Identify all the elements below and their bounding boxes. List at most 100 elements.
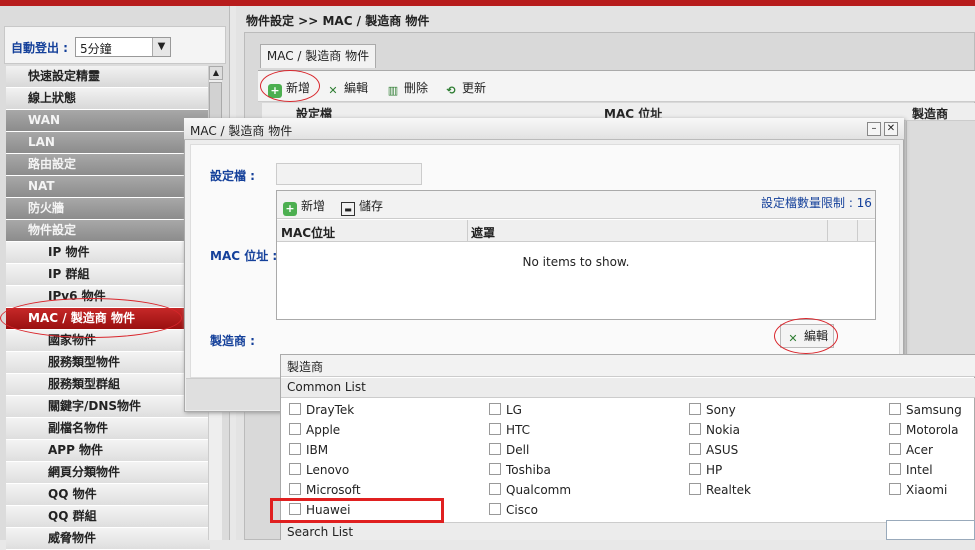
edit-button[interactable]: ✕ 編輯	[326, 79, 368, 98]
vendor-checkbox[interactable]: Motorola	[889, 421, 958, 439]
vendor-checkbox[interactable]: ASUS	[689, 441, 738, 459]
checkbox-icon[interactable]	[889, 403, 901, 415]
sidebar-item[interactable]: IP 群組	[6, 264, 210, 286]
sidebar-item[interactable]: 物件設定	[6, 220, 210, 242]
checkbox-icon[interactable]	[489, 483, 501, 495]
sidebar-item[interactable]: 副檔名物件	[6, 418, 210, 440]
vendor-name: Toshiba	[506, 463, 551, 477]
vendor-name: Apple	[306, 423, 341, 437]
checkbox-icon[interactable]	[289, 423, 301, 435]
chevron-down-icon[interactable]: ▼	[152, 38, 170, 56]
delete-button[interactable]: ▥ 刪除	[386, 79, 428, 98]
checkbox-icon[interactable]	[889, 463, 901, 475]
sidebar-item[interactable]: 服務類型物件	[6, 352, 210, 374]
vendor-checkbox[interactable]: Realtek	[689, 481, 751, 499]
vendor-name: Motorola	[906, 423, 959, 437]
annotation-box-huawei	[270, 498, 444, 523]
col-mask[interactable]: 遮罩	[471, 224, 495, 241]
checkbox-icon[interactable]	[689, 463, 701, 475]
vendor-checkbox[interactable]: Samsung	[889, 401, 962, 419]
vendor-name: Intel	[906, 463, 933, 477]
minimize-icon[interactable]: –	[867, 122, 881, 136]
vendor-checkbox[interactable]: Cisco	[489, 501, 538, 519]
checkbox-icon[interactable]	[889, 483, 901, 495]
annotation-circle-menu	[0, 298, 182, 338]
checkbox-icon[interactable]	[689, 423, 701, 435]
dialog-title: MAC / 製造商 物件	[190, 124, 293, 138]
vendor-checkbox[interactable]: Acer	[889, 441, 933, 459]
checkbox-icon[interactable]	[489, 503, 501, 515]
checkbox-icon[interactable]	[289, 443, 301, 455]
sidebar-item[interactable]: QQ 物件	[6, 484, 210, 506]
grid-save-label: 儲存	[359, 199, 384, 213]
vendor-checkbox[interactable]: Lenovo	[289, 461, 349, 479]
vendor-checkbox[interactable]: Microsoft	[289, 481, 361, 499]
vendor-checkbox[interactable]: Nokia	[689, 421, 740, 439]
checkbox-icon[interactable]	[689, 483, 701, 495]
checkbox-icon[interactable]	[689, 403, 701, 415]
col-divider	[857, 220, 858, 242]
sidebar-item[interactable]: 線上狀態	[6, 88, 210, 110]
vendor-checkbox[interactable]: DrayTek	[289, 401, 354, 419]
breadcrumb: 物件設定 >> MAC / 製造商 物件	[246, 14, 430, 28]
sidebar-item[interactable]: 路由設定	[6, 154, 210, 176]
sidebar-item[interactable]: LAN	[6, 132, 210, 154]
auto-logout-select[interactable]: 5分鐘 ▼	[75, 37, 171, 57]
vendor-name: ASUS	[706, 443, 739, 457]
checkbox-icon[interactable]	[289, 463, 301, 475]
tab-mac-vendor-object[interactable]: MAC / 製造商 物件	[260, 44, 376, 68]
checkbox-icon[interactable]	[489, 423, 501, 435]
vendor-checkbox[interactable]: Apple	[289, 421, 340, 439]
vendor-name: Qualcomm	[506, 483, 572, 497]
vendor-checkbox[interactable]: Qualcomm	[489, 481, 571, 499]
checkbox-icon[interactable]	[889, 443, 901, 455]
vendor-popup-title: 製造商	[281, 355, 975, 377]
sidebar-item[interactable]: 網頁分類物件	[6, 462, 210, 484]
checkbox-icon[interactable]	[289, 403, 301, 415]
mac-label: MAC 位址 :	[210, 249, 278, 263]
refresh-button[interactable]: ⟲ 更新	[444, 79, 486, 98]
vendor-checkbox[interactable]: IBM	[289, 441, 328, 459]
scroll-up-icon[interactable]: ▲	[209, 66, 223, 80]
sidebar-item[interactable]: QQ 群組	[6, 506, 210, 528]
empty-message: No items to show.	[522, 255, 630, 269]
common-list-label: Common List	[281, 378, 975, 398]
vendor-checkbox[interactable]: Toshiba	[489, 461, 551, 479]
vendor-checkbox[interactable]: Sony	[689, 401, 736, 419]
checkbox-icon[interactable]	[489, 443, 501, 455]
sidebar-item[interactable]: IP 物件	[6, 242, 210, 264]
grid-save-button[interactable]: ▬ 儲存	[341, 197, 383, 216]
checkbox-icon[interactable]	[289, 483, 301, 495]
sidebar-item[interactable]: 關鍵字/DNS物件	[6, 396, 210, 418]
vendor-name: LG	[506, 403, 522, 417]
sidebar-item[interactable]: 防火牆	[6, 198, 210, 220]
checkbox-icon[interactable]	[689, 443, 701, 455]
sidebar-item[interactable]: APP 物件	[6, 440, 210, 462]
col-mac-address[interactable]: MAC位址	[281, 224, 335, 241]
checkbox-icon[interactable]	[889, 423, 901, 435]
checkbox-icon[interactable]	[489, 403, 501, 415]
sidebar-item[interactable]: 快速設定精靈	[6, 66, 210, 88]
sidebar-item[interactable]: 服務類型群組	[6, 374, 210, 396]
vendor-name: Dell	[506, 443, 530, 457]
refresh-icon: ⟲	[446, 84, 456, 97]
search-input[interactable]	[886, 520, 975, 540]
vendor-checkbox[interactable]: Intel	[889, 461, 933, 479]
col-vendor[interactable]: 製造商	[912, 105, 948, 122]
checkbox-icon[interactable]	[489, 463, 501, 475]
vendor-name: Samsung	[906, 403, 962, 417]
sidebar-item[interactable]: NAT	[6, 176, 210, 198]
sidebar-item[interactable]: 威脅物件	[6, 528, 210, 550]
grid-add-button[interactable]: + 新增	[283, 197, 325, 216]
vendor-checkbox[interactable]: HTC	[489, 421, 530, 439]
close-icon[interactable]: ✕	[884, 122, 898, 136]
profile-input[interactable]	[276, 163, 422, 185]
vendor-name: Xiaomi	[906, 483, 948, 497]
vendor-checkbox[interactable]: LG	[489, 401, 522, 419]
vendor-label: 製造商 :	[210, 334, 255, 348]
vendor-checkbox[interactable]: HP	[689, 461, 722, 479]
vendor-checkbox[interactable]: Dell	[489, 441, 529, 459]
sidebar-item[interactable]: WAN	[6, 110, 210, 132]
grid-add-label: 新增	[301, 199, 326, 213]
vendor-checkbox[interactable]: Xiaomi	[889, 481, 947, 499]
